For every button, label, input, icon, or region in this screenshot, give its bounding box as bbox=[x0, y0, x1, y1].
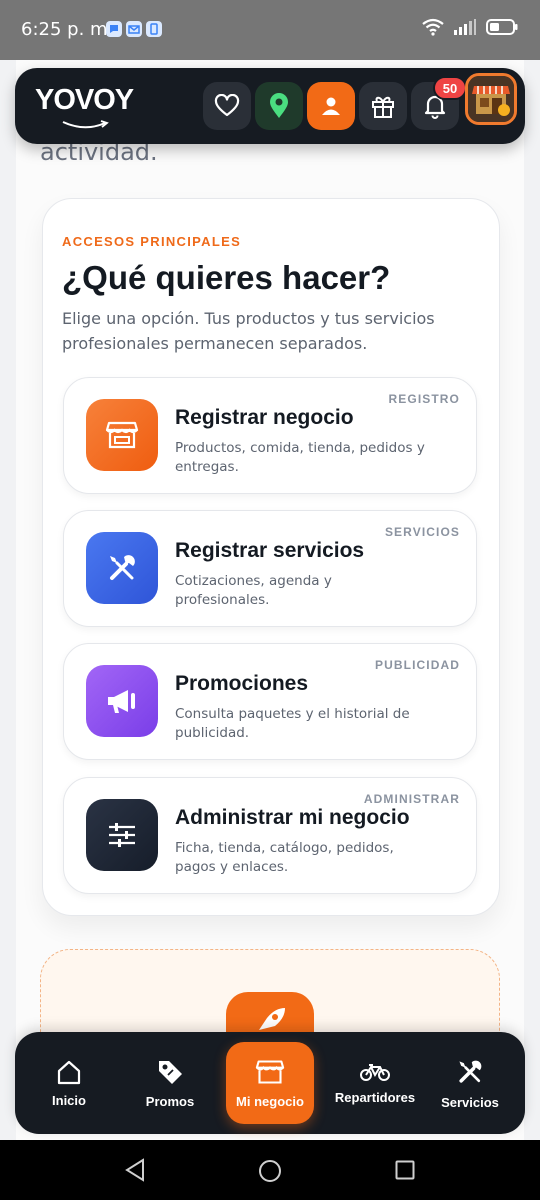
back-icon[interactable] bbox=[124, 1158, 146, 1182]
mail-icon bbox=[126, 21, 142, 37]
home-circle-icon[interactable] bbox=[258, 1159, 282, 1183]
nav-label: Repartidores bbox=[334, 1089, 416, 1105]
location-pin-icon bbox=[270, 93, 288, 118]
option-register-business[interactable]: Registrar negocio Productos, comida, tie… bbox=[63, 377, 477, 494]
battery-icon bbox=[486, 19, 518, 35]
system-navigation bbox=[0, 1140, 540, 1200]
storefront-avatar-icon bbox=[468, 76, 514, 122]
option-description: Cotizaciones, agenda y profesionales. bbox=[175, 573, 332, 608]
nav-servicios[interactable]: Servicios bbox=[439, 1032, 501, 1134]
nav-label: Inicio bbox=[52, 1092, 86, 1108]
option-description: Consulta paquetes y el historial de publ… bbox=[175, 706, 410, 741]
status-right bbox=[422, 18, 518, 36]
option-tag: PUBLICIDAD bbox=[375, 658, 460, 672]
option-description: Ficha, tienda, catálogo, pedidos, pagos … bbox=[175, 840, 394, 875]
tools-icon bbox=[110, 555, 135, 580]
option-title: Administrar mi negocio bbox=[175, 806, 410, 829]
section-title: ¿Qué quieres hacer? bbox=[62, 259, 391, 296]
profile-button[interactable] bbox=[307, 82, 355, 130]
section-subtitle: Elige una opción. Tus productos y tus se… bbox=[62, 309, 435, 353]
sliders-icon bbox=[109, 823, 135, 847]
tag-icon bbox=[159, 1060, 182, 1084]
store-icon bbox=[105, 421, 139, 449]
signal-icon bbox=[454, 19, 476, 35]
status-bar: 6:25 p. m. bbox=[0, 0, 540, 60]
store-icon bbox=[255, 1059, 285, 1084]
location-button[interactable] bbox=[255, 82, 303, 130]
option-description: Productos, comida, tienda, pedidos y ent… bbox=[175, 440, 425, 475]
section-label: ACCESOS PRINCIPALES bbox=[62, 234, 242, 249]
option-tag: SERVICIOS bbox=[384, 525, 460, 539]
nav-inicio[interactable]: Inicio bbox=[41, 1032, 97, 1134]
logo-smile-icon bbox=[62, 120, 109, 129]
option-icon-tile bbox=[86, 799, 158, 871]
option-register-services[interactable]: Registrar servicios Cotizaciones, agenda… bbox=[63, 510, 477, 627]
heart-icon bbox=[214, 94, 240, 117]
option-icon-tile bbox=[86, 399, 158, 471]
option-promotions[interactable]: Promociones Consulta paquetes y el histo… bbox=[63, 643, 477, 760]
nav-mi-negocio[interactable]: Mi negocio bbox=[226, 1042, 314, 1124]
yovoy-logo[interactable]: YOVOY bbox=[35, 84, 134, 129]
option-icon-tile bbox=[86, 665, 158, 737]
option-tag: REGISTRO bbox=[388, 392, 460, 406]
rocket-icon bbox=[259, 1008, 285, 1030]
home-icon bbox=[57, 1060, 81, 1084]
option-title: Registrar negocio bbox=[175, 406, 354, 429]
gifts-button[interactable] bbox=[359, 82, 407, 130]
phone-app-icon bbox=[146, 21, 162, 37]
user-icon bbox=[322, 97, 340, 115]
status-time: 6:25 p. m. bbox=[21, 19, 114, 40]
option-icon-tile bbox=[86, 532, 158, 604]
chat-icon bbox=[106, 21, 122, 37]
nav-label: Servicios bbox=[441, 1094, 499, 1110]
notification-count-badge: 50 bbox=[433, 76, 467, 100]
option-title: Promociones bbox=[175, 672, 309, 695]
nav-label: Mi negocio bbox=[236, 1093, 304, 1109]
notification-icons bbox=[106, 21, 162, 37]
megaphone-icon bbox=[108, 690, 135, 713]
wifi-icon bbox=[422, 18, 444, 36]
business-avatar[interactable] bbox=[465, 73, 517, 125]
recents-icon[interactable] bbox=[395, 1160, 415, 1180]
bicycle-icon bbox=[360, 1063, 390, 1081]
tools-icon bbox=[459, 1060, 482, 1083]
bottom-navigation: Inicio Promos Mi negocio Repartidores Se… bbox=[15, 1032, 525, 1134]
favorites-button[interactable] bbox=[203, 82, 251, 130]
nav-repartidores[interactable]: Repartidores bbox=[331, 1032, 419, 1134]
gift-icon bbox=[372, 96, 394, 118]
option-tag: ADMINISTRAR bbox=[363, 792, 460, 806]
logo-text: YOVOY bbox=[35, 84, 134, 116]
option-manage-business[interactable]: Administrar mi negocio Ficha, tienda, ca… bbox=[63, 777, 477, 894]
nav-promos[interactable]: Promos bbox=[141, 1032, 199, 1134]
option-title: Registrar servicios bbox=[175, 539, 365, 562]
nav-label: Promos bbox=[145, 1093, 195, 1109]
